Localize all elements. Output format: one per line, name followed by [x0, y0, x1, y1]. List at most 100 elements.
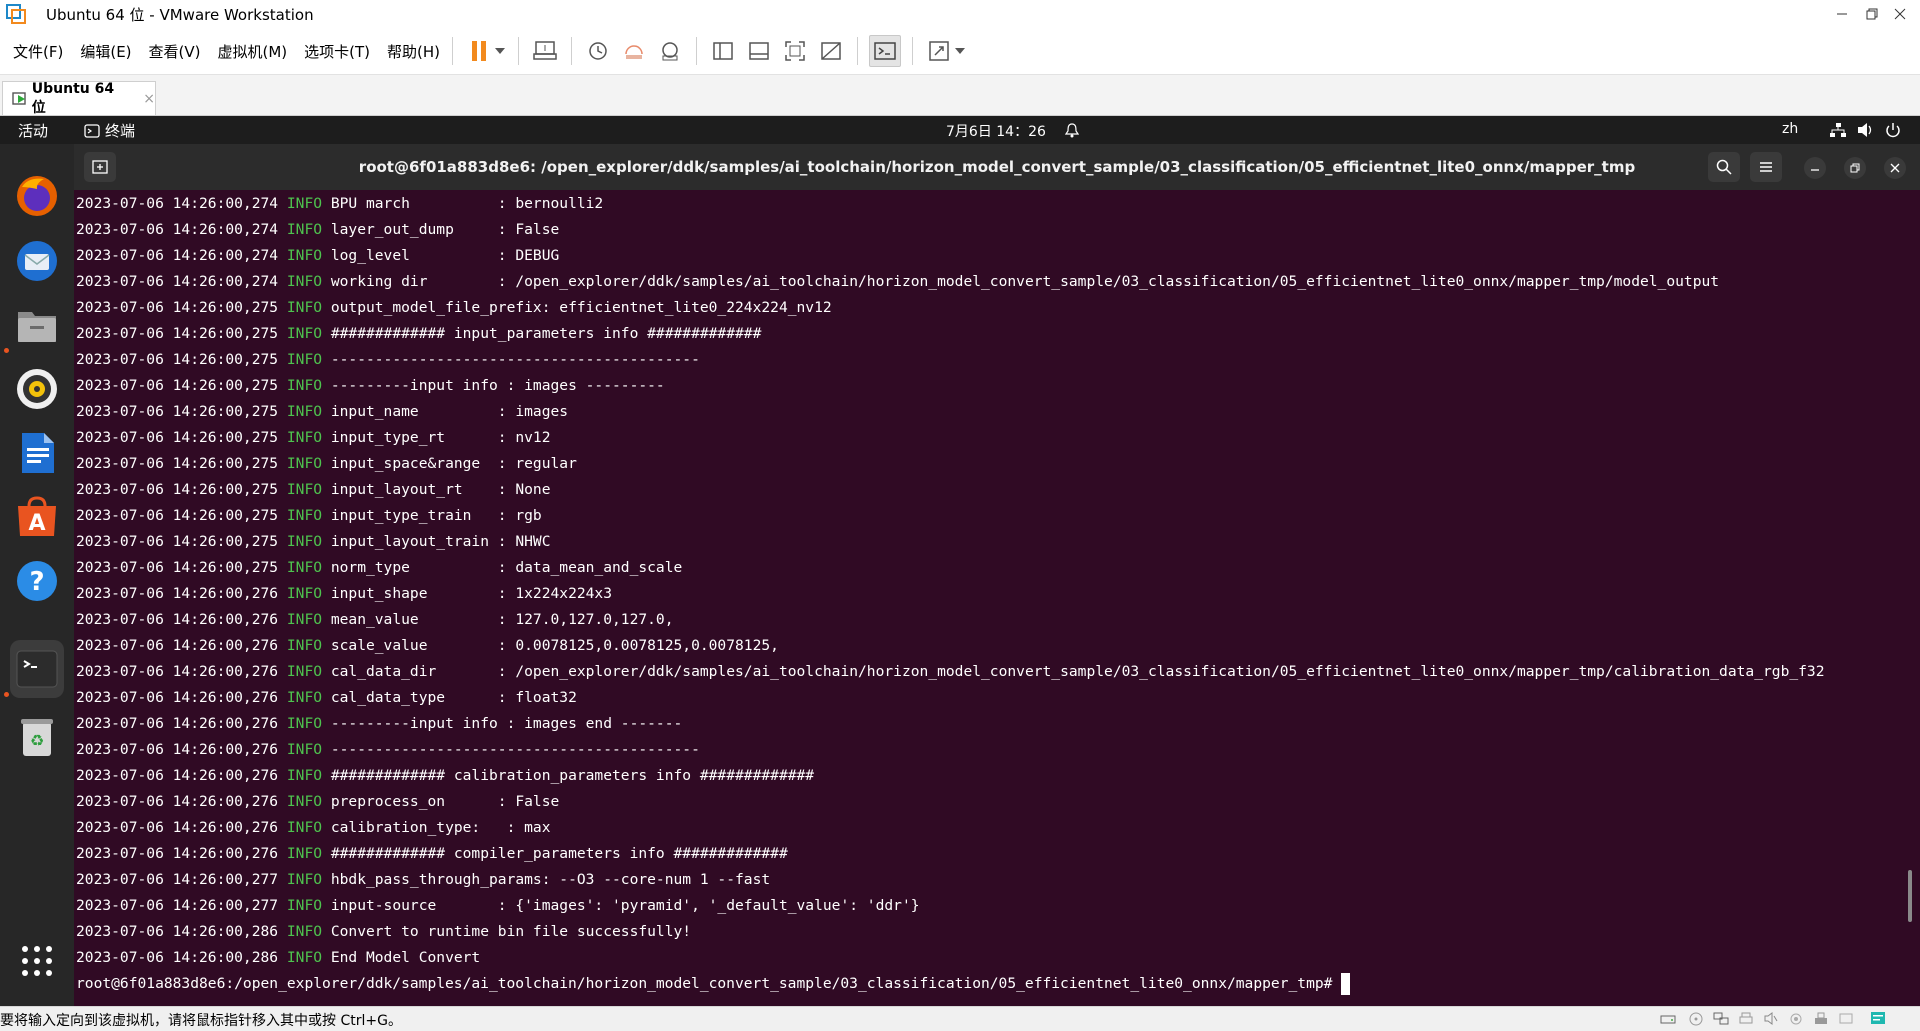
log-message: ############# compiler_parameters info #… [330, 845, 788, 862]
power-dropdown-button[interactable] [493, 36, 507, 66]
stretch-dropdown-button[interactable] [953, 36, 967, 66]
dock-libreoffice-writer[interactable] [10, 426, 64, 480]
log-timestamp: 2023-07-06 14:26:00,275 [76, 377, 279, 394]
log-timestamp: 2023-07-06 14:26:00,277 [76, 871, 279, 888]
log-level: INFO [286, 455, 323, 472]
stretch-guest-button[interactable] [924, 36, 954, 66]
log-timestamp: 2023-07-06 14:26:00,275 [76, 299, 279, 316]
log-level: INFO [286, 819, 323, 836]
terminal-restore-button[interactable] [1844, 157, 1866, 179]
log-timestamp: 2023-07-06 14:26:00,274 [76, 195, 279, 212]
log-level: INFO [286, 793, 323, 810]
cd-dvd-icon[interactable] [1688, 1011, 1704, 1026]
terminal-line: 2023-07-06 14:26:00,275 INFO input_layou… [76, 477, 551, 503]
log-level: INFO [286, 585, 323, 602]
unity-button[interactable] [816, 36, 846, 66]
terminal-scrollbar[interactable] [1908, 870, 1912, 922]
log-timestamp: 2023-07-06 14:26:00,275 [76, 481, 279, 498]
terminal-output[interactable]: 2023-07-06 14:26:00,274 INFO BPU march :… [74, 190, 1920, 1006]
clock[interactable]: 7月6日 14：26 [946, 121, 1046, 141]
printer-icon[interactable] [1738, 1011, 1754, 1026]
tab-ubuntu-64[interactable]: Ubuntu 64 位 × [2, 81, 156, 116]
pause-button[interactable] [464, 36, 494, 66]
sound-card-icon[interactable] [1763, 1011, 1779, 1026]
show-library-button[interactable] [708, 36, 738, 66]
terminal-search-button[interactable] [1708, 152, 1740, 182]
thumbnail-bar-button[interactable] [744, 36, 774, 66]
send-ctrl-alt-del-button[interactable] [530, 36, 560, 66]
restore-icon [1850, 163, 1860, 173]
terminal-minimize-button[interactable] [1804, 157, 1826, 179]
log-timestamp: 2023-07-06 14:26:00,276 [76, 793, 279, 810]
show-apps-icon [22, 946, 52, 976]
menu-help[interactable]: 帮助(H) [387, 41, 440, 62]
snapshot-button[interactable] [583, 36, 613, 66]
terminal-menu-button[interactable] [1750, 152, 1782, 182]
display-icon[interactable] [1838, 1011, 1854, 1026]
menu-tabs[interactable]: 选项卡(T) [304, 41, 370, 62]
log-message: BPU march : bernoulli2 [330, 195, 604, 212]
revert-snapshot-button[interactable] [619, 36, 649, 66]
search-icon [1716, 159, 1732, 175]
message-log-icon[interactable] [1870, 1011, 1886, 1026]
dock-rhythmbox[interactable] [10, 362, 64, 416]
usb-device-icon[interactable] [1813, 1011, 1829, 1026]
log-level: INFO [286, 897, 323, 914]
close-button[interactable] [1880, 0, 1920, 28]
dock-terminal[interactable] [10, 640, 64, 698]
terminal-line: 2023-07-06 14:26:00,276 INFO input_shape… [76, 581, 612, 607]
dock-firefox[interactable] [10, 169, 64, 223]
log-message: log_level : DEBUG [330, 247, 560, 264]
terminal-icon [16, 650, 58, 688]
unity-icon [821, 42, 841, 60]
menu-edit[interactable]: 编辑(E) [80, 41, 131, 62]
menu-vm[interactable]: 虚拟机(M) [218, 41, 288, 62]
log-timestamp: 2023-07-06 14:26:00,276 [76, 845, 279, 862]
log-timestamp: 2023-07-06 14:26:00,275 [76, 455, 279, 472]
log-level: INFO [286, 663, 323, 680]
log-timestamp: 2023-07-06 14:26:00,274 [76, 247, 279, 264]
terminal-close-button[interactable] [1884, 157, 1906, 179]
close-icon [1894, 8, 1906, 20]
pause-icon [472, 41, 487, 61]
camera-icon[interactable] [1788, 1011, 1804, 1026]
app-menu[interactable]: 终端 [84, 120, 135, 141]
dock-help[interactable]: ? [10, 554, 64, 608]
menu-view[interactable]: 查看(V) [149, 41, 201, 62]
full-screen-icon [785, 41, 805, 61]
input-method-indicator[interactable]: zh [1782, 121, 1798, 137]
console-view-button[interactable] [869, 35, 902, 67]
log-timestamp: 2023-07-06 14:26:00,275 [76, 325, 279, 342]
tab-close-button[interactable]: × [143, 91, 155, 107]
dock-show-apps[interactable] [10, 934, 64, 988]
log-message: cal_data_dir : /open_explorer/ddk/sample… [330, 663, 1825, 680]
vm-tab-strip: Ubuntu 64 位 × [0, 75, 1920, 116]
power-icon[interactable] [1885, 122, 1901, 138]
rhythmbox-icon [17, 369, 57, 409]
terminal-title: root@6f01a883d8e6: /open_explorer/ddk/sa… [358, 158, 1636, 176]
vm-display[interactable]: 活动 终端 7月6日 14：26 zh A ? ♻ root@6f01a883d… [0, 116, 1920, 1006]
log-message: input_space&range : regular [330, 455, 577, 472]
volume-icon[interactable] [1857, 122, 1875, 138]
dock-trash[interactable]: ♻ [10, 710, 64, 764]
log-timestamp: 2023-07-06 14:26:00,277 [76, 897, 279, 914]
show-library-icon [713, 42, 733, 60]
hamburger-menu-icon [1760, 162, 1772, 172]
full-screen-button[interactable] [780, 36, 810, 66]
dock-files[interactable] [10, 298, 64, 352]
log-level: INFO [286, 351, 323, 368]
terminal-prompt-line[interactable]: root@6f01a883d8e6:/open_explorer/ddk/sam… [76, 971, 1351, 997]
activities-button[interactable]: 活动 [18, 120, 48, 141]
log-level: INFO [286, 949, 323, 966]
hard-disk-icon[interactable] [1660, 1011, 1676, 1026]
snapshot-manager-button[interactable] [655, 36, 685, 66]
log-timestamp: 2023-07-06 14:26:00,276 [76, 611, 279, 628]
dock-thunderbird[interactable] [10, 234, 64, 288]
network-icon[interactable] [1829, 122, 1847, 138]
terminal-line: 2023-07-06 14:26:00,275 INFO input_name … [76, 399, 568, 425]
terminal-line: 2023-07-06 14:26:00,275 INFO ---------in… [76, 373, 665, 399]
log-level: INFO [286, 325, 323, 342]
menu-file[interactable]: 文件(F) [13, 41, 63, 62]
network-adapter-icon[interactable] [1713, 1011, 1729, 1026]
dock-app-store[interactable]: A [10, 490, 64, 544]
